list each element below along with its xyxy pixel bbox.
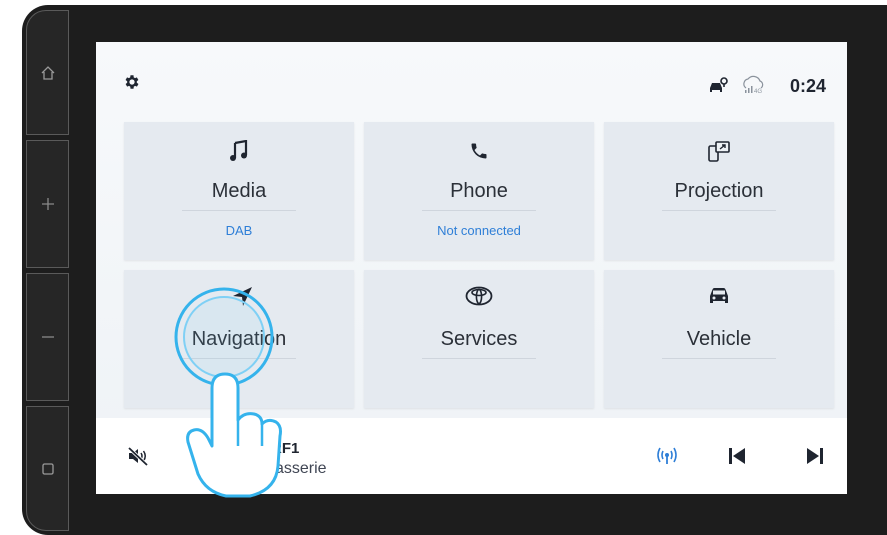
program-name: Brasserie — [259, 460, 327, 477]
phone-icon — [471, 143, 487, 159]
tile-title: Media — [211, 180, 267, 202]
home-hardware-button[interactable] — [26, 10, 69, 135]
network-type-label: 4G — [754, 89, 762, 95]
divider — [422, 358, 536, 359]
divider — [182, 210, 296, 211]
previous-track-icon[interactable] — [728, 447, 746, 465]
home-icon — [41, 65, 54, 80]
station-name: RF1 — [271, 440, 300, 457]
tile-title: Navigation — [191, 328, 287, 350]
tile-subtitle: DAB — [225, 223, 253, 238]
divider — [422, 210, 536, 211]
minus-icon — [41, 336, 54, 338]
projection-icon — [708, 141, 730, 162]
car-icon — [710, 288, 728, 303]
tile-title: Vehicle — [686, 328, 752, 350]
menu-hardware-button[interactable] — [26, 406, 69, 531]
toyota-logo-icon — [465, 286, 493, 306]
status-bar: 4G 0:24 — [96, 42, 847, 122]
gear-icon[interactable] — [123, 73, 141, 91]
clock: 0:24 — [790, 76, 827, 96]
volume-up-hardware-button[interactable] — [26, 140, 69, 268]
tile-subtitle: Not connected — [437, 223, 521, 238]
tile-title: Phone — [450, 180, 508, 202]
volume-down-hardware-button[interactable] — [26, 273, 69, 401]
media-bar: RF1 Brasserie — [96, 418, 847, 494]
tile-navigation[interactable]: Navigation — [124, 270, 354, 408]
tile-services[interactable]: Services — [364, 270, 594, 408]
broadcast-signal-icon[interactable] — [654, 446, 680, 466]
tile-media[interactable]: Media DAB — [124, 122, 354, 260]
divider — [662, 210, 776, 211]
plus-icon — [41, 198, 54, 210]
tile-title: Projection — [674, 180, 764, 202]
tile-title: Services — [440, 328, 518, 350]
divider — [662, 358, 776, 359]
navigation-arrow-icon — [233, 287, 252, 306]
tile-vehicle[interactable]: Vehicle — [604, 270, 834, 408]
square-icon — [41, 462, 54, 475]
infotainment-screen: 4G 0:24 Media DAB Phone Not connected Pr… — [96, 42, 847, 494]
radio-source-icon — [193, 451, 207, 461]
divider — [182, 358, 296, 359]
connected-car-icon — [710, 77, 728, 92]
network-cloud-icon: 4G — [743, 75, 764, 95]
mute-icon[interactable] — [127, 446, 149, 466]
next-track-icon[interactable] — [806, 447, 824, 465]
tile-phone[interactable]: Phone Not connected — [364, 122, 594, 260]
music-note-icon — [230, 140, 248, 161]
tile-projection[interactable]: Projection — [604, 122, 834, 260]
